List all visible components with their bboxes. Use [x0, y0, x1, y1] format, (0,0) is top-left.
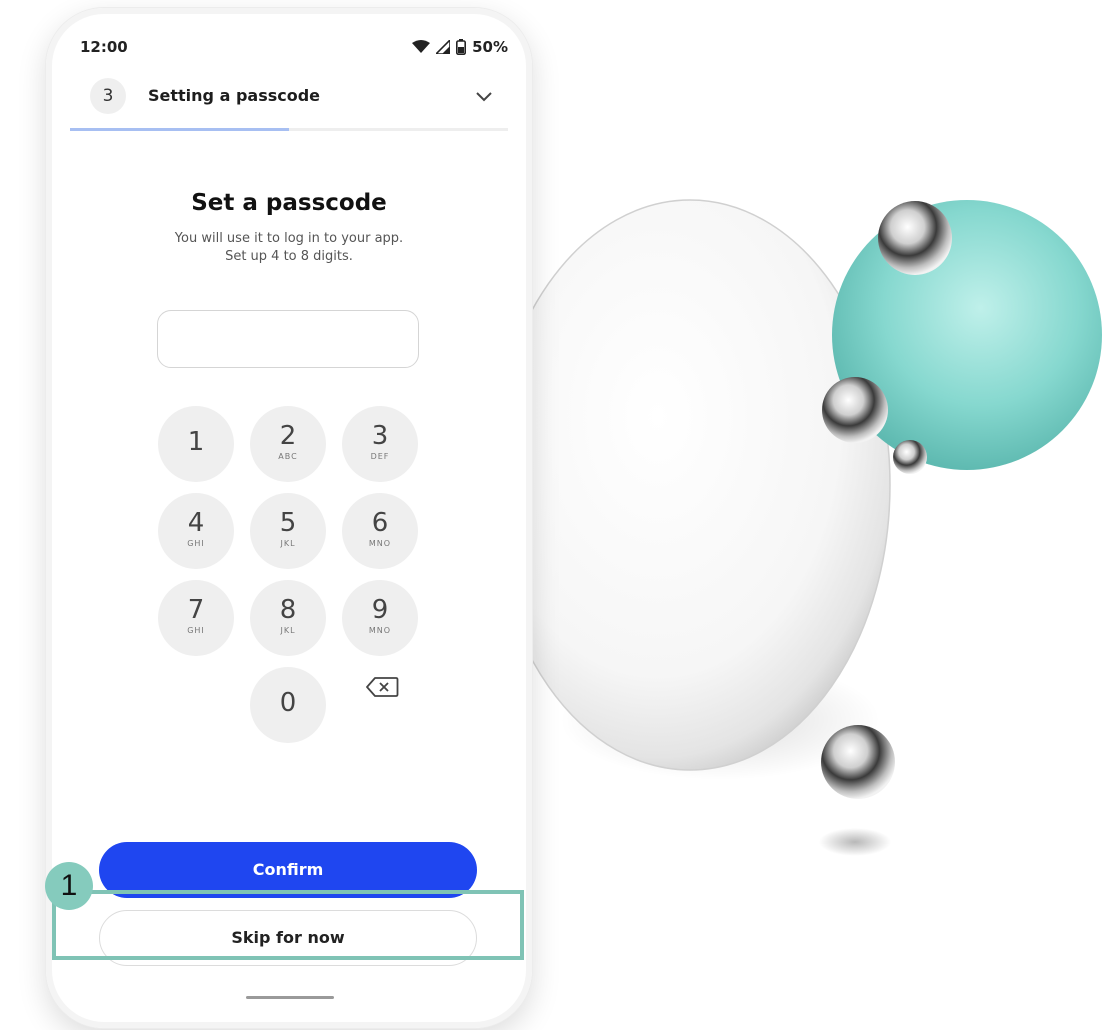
key-digit: 8 — [279, 595, 297, 625]
status-bar: 12:00 50% — [80, 36, 508, 60]
key-digit: 4 — [187, 508, 205, 538]
chrome-ball — [878, 201, 952, 275]
description-line: Set up 4 to 8 digits. — [225, 249, 353, 264]
key-letters: JKL — [280, 539, 296, 548]
keypad-key-4[interactable]: 4 GHI — [158, 493, 234, 569]
page-title: Set a passcode — [191, 190, 387, 216]
key-digit: 7 — [187, 595, 205, 625]
key-digit: 2 — [279, 421, 297, 451]
battery-percent: 50% — [472, 38, 508, 56]
key-digit: 6 — [371, 508, 389, 538]
keypad-key-7[interactable]: 7 GHI — [158, 580, 234, 656]
keypad-key-2[interactable]: 2 ABC — [250, 406, 326, 482]
key-digit: 5 — [279, 508, 297, 538]
key-letters: MNO — [368, 539, 392, 548]
signal-icon — [436, 40, 451, 54]
callout-highlight-box — [52, 890, 524, 960]
keypad-key-9[interactable]: 9 MNO — [342, 580, 418, 656]
status-icons: 50% — [412, 38, 508, 56]
step-title: Setting a passcode — [148, 86, 321, 105]
step-progress-track — [70, 128, 508, 131]
battery-icon — [456, 39, 467, 55]
keypad-key-8[interactable]: 8 JKL — [250, 580, 326, 656]
status-time: 12:00 — [80, 38, 128, 56]
backspace-icon[interactable] — [365, 676, 399, 698]
home-indicator — [246, 996, 334, 999]
step-progress-fill — [70, 128, 289, 131]
keypad-key-6[interactable]: 6 MNO — [342, 493, 418, 569]
step-number-badge: 3 — [90, 78, 126, 114]
passcode-screen: 12:00 50% 3 Setting a passcode Set a pas… — [70, 30, 508, 1020]
chrome-ball — [822, 377, 888, 443]
phone-frame: 12:00 50% 3 Setting a passcode Set a pas… — [46, 8, 532, 1028]
wifi-icon — [412, 40, 431, 53]
key-letters: MNO — [368, 626, 392, 635]
keypad-key-1[interactable]: 1 — [158, 406, 234, 482]
key-letters: DEF — [370, 452, 390, 461]
callout-number-badge: 1 — [45, 862, 93, 910]
step-header[interactable]: 3 Setting a passcode — [70, 74, 508, 126]
chrome-ball-shadow — [819, 828, 891, 856]
key-letters: ABC — [278, 452, 298, 461]
key-digit: 9 — [371, 595, 389, 625]
key-digit: 3 — [371, 421, 389, 451]
key-letters: GHI — [187, 626, 205, 635]
key-digit: 0 — [279, 688, 297, 718]
keypad-key-3[interactable]: 3 DEF — [342, 406, 418, 482]
description-line: You will use it to log in to your app. — [174, 231, 404, 246]
chrome-ball — [821, 725, 895, 799]
key-letters: GHI — [187, 539, 205, 548]
key-letters: JKL — [280, 626, 296, 635]
keypad-key-0[interactable]: 0 — [250, 667, 326, 743]
glass-bubble — [489, 199, 891, 771]
chevron-down-icon[interactable] — [472, 84, 496, 108]
chrome-ball — [893, 440, 927, 474]
key-digit: 1 — [187, 427, 205, 457]
page-description: You will use it to log in to your app. S… — [70, 230, 508, 266]
keypad-key-5[interactable]: 5 JKL — [250, 493, 326, 569]
passcode-input[interactable] — [157, 310, 419, 368]
